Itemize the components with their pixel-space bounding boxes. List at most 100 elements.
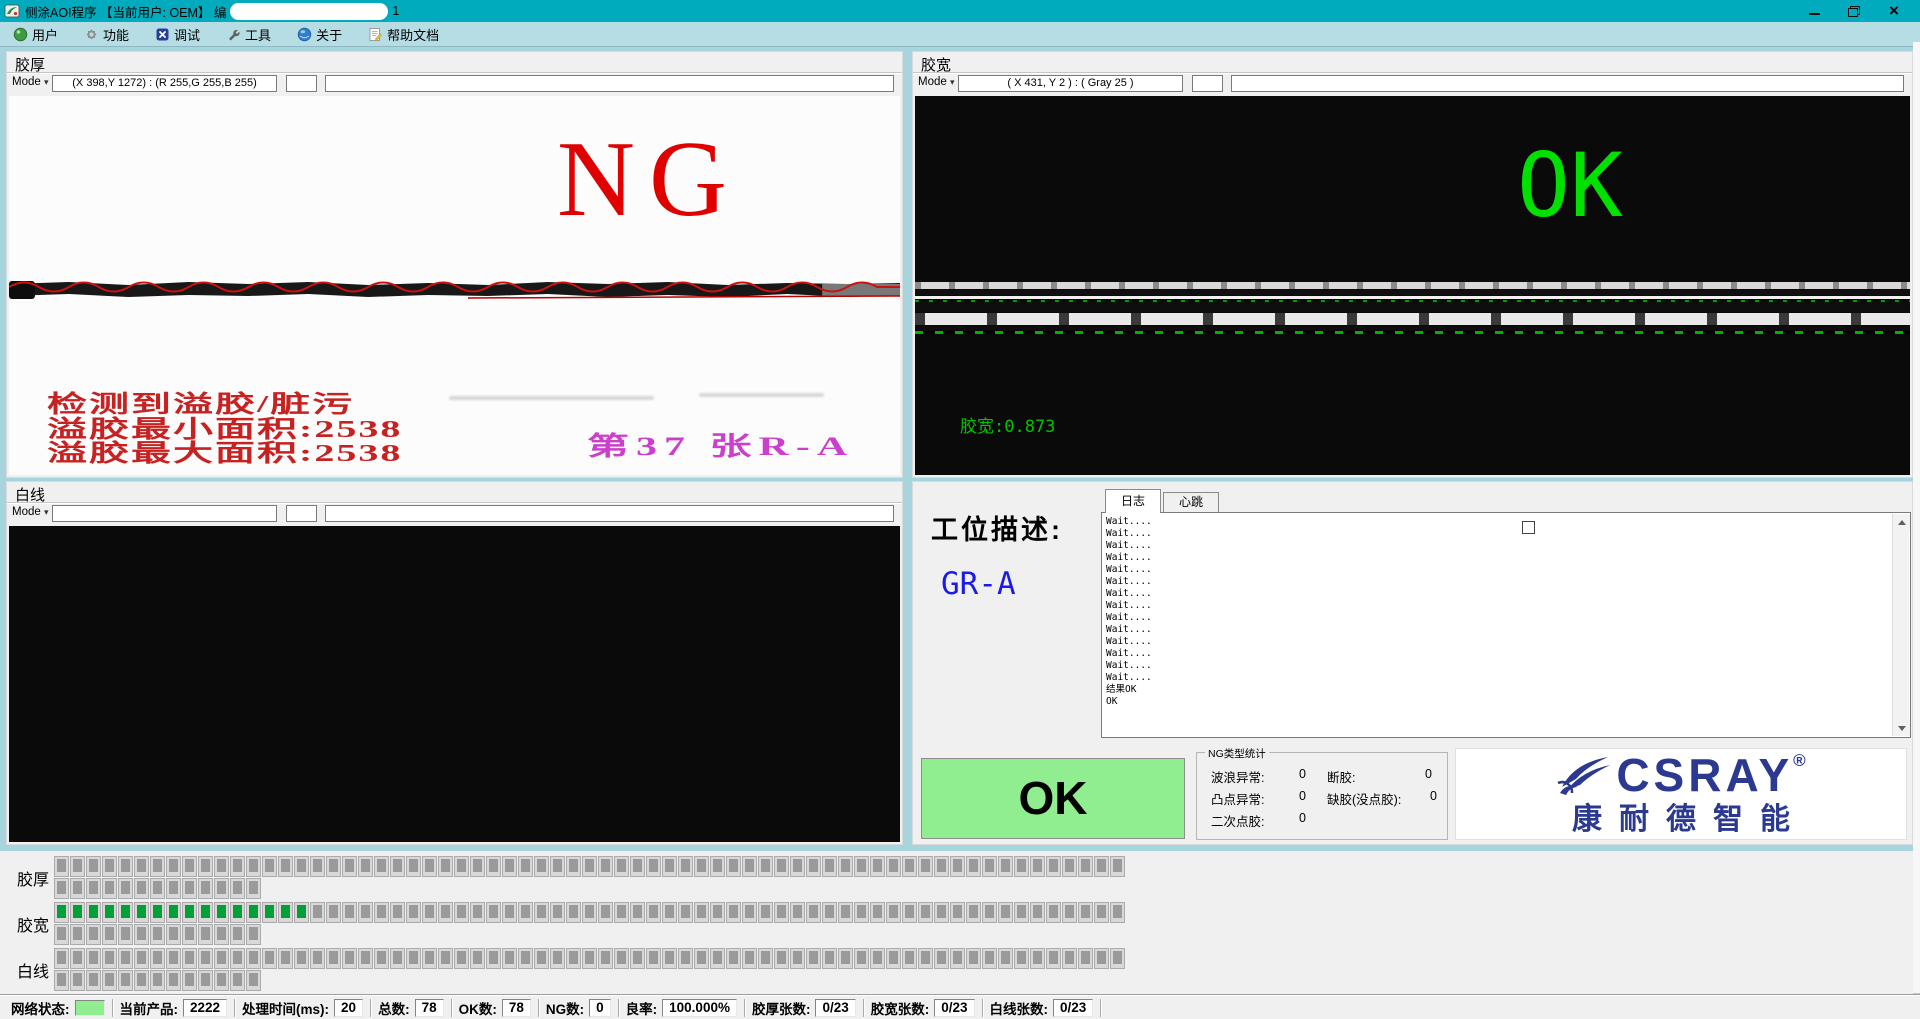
value-box[interactable] [286,505,317,522]
info-box[interactable] [325,505,894,522]
indicator-cell-gray [870,948,885,969]
indicator-cell-gray [806,856,821,877]
log-line: Wait.... [1106,516,1888,528]
menu-functions[interactable]: 功能 [71,22,142,47]
statusbar-label: 处理时间(ms): [242,998,329,1018]
minimize-button[interactable] [1794,0,1834,22]
indicator-cell-gray [790,948,805,969]
indicator-cell-gray [982,856,997,877]
indicator-cell-gray [918,902,933,923]
indicator-cell-gray [534,856,549,877]
indicator-cell-gray [166,856,181,877]
info-box[interactable] [325,75,894,92]
indicator-cell-gray [118,856,133,877]
menu-tools-label: 工具 [245,25,271,44]
mode-dropdown[interactable]: Mode ▾ [12,76,49,88]
indicator-cell-gray [422,856,437,877]
stat-wave-value: 0 [1299,767,1306,781]
pixel-coordinate-readout[interactable]: ( X 431, Y 2 ) : ( Gray 25 ) [958,75,1183,92]
indicator-cell-gray [710,856,725,877]
log-panel[interactable]: Wait....Wait....Wait....Wait....Wait....… [1101,512,1911,738]
log-line: Wait.... [1106,660,1888,672]
indicator-cell-gray [982,902,997,923]
station-description-label: 工位描述: [931,508,1063,547]
grid-group-label: 胶宽 [10,902,54,946]
log-scrollbar[interactable] [1892,514,1909,736]
tab-log[interactable]: 日志 [1105,489,1161,513]
scroll-up-icon[interactable] [1893,514,1910,530]
indicator-cell-gray [102,924,117,945]
statusbar-item: 处理时间(ms):20 [235,998,370,1018]
value-box[interactable] [286,75,317,92]
indicator-cell-gray [822,948,837,969]
mode-dropdown[interactable]: Mode ▾ [12,506,49,518]
indicator-cell-gray [518,902,533,923]
indicator-cell-gray [102,878,117,899]
value-box[interactable] [1192,75,1223,92]
white-line-image[interactable] [9,526,900,842]
indicator-cell-gray [1046,902,1061,923]
statusbar: 网络状态:当前产品:2222处理时间(ms):20总数:78OK数:78NG数:… [0,995,1920,1019]
indicator-cell-gray [54,878,69,899]
indicator-cell-gray [1094,948,1109,969]
indicator-cell-gray [310,856,325,877]
indicator-cell-gray [150,924,165,945]
glue-strip-visual [915,282,1910,289]
indicator-cell-gray [54,948,69,969]
menu-tools[interactable]: 工具 [213,22,284,47]
grid-group-2: 胶宽 [10,902,1126,946]
glue-edge-strip-visual [9,274,900,304]
indicator-cell-gray [70,948,85,969]
indicator-cell-row [54,878,1126,900]
indicator-cell-gray [534,902,549,923]
indicator-cell-gray [806,902,821,923]
indicator-cell-gray [150,948,165,969]
pixel-coordinate-readout[interactable] [52,505,277,522]
indicator-cell-gray [134,948,149,969]
pixel-coordinate-readout[interactable]: (X 398,Y 1272) : (R 255,G 255,B 255) [52,75,277,92]
indicator-cell-gray [294,856,309,877]
glue-width-image[interactable]: OK 胶宽:0.873 [915,96,1910,475]
ng-statistics-group: NG类型统计 波浪异常: 0 凸点异常: 0 二次点胶: 0 断胶: 0 缺胶(… [1196,752,1448,840]
log-checkbox[interactable] [1522,521,1535,534]
indicator-cell-green [198,902,213,923]
window-controls: × [1794,0,1914,22]
tab-heartbeat[interactable]: 心跳 [1163,492,1219,513]
indicator-cell-gray [198,856,213,877]
indicator-cell-gray [198,924,213,945]
close-button[interactable]: × [1874,0,1914,22]
menu-debug[interactable]: 调试 [142,22,213,47]
indicator-cell-gray [630,948,645,969]
indicator-cell-gray [694,902,709,923]
indicator-cell-gray [198,970,213,991]
indicator-cell-gray [182,970,197,991]
indicator-cell-gray [1062,856,1077,877]
indicator-cell-gray [902,902,917,923]
statusbar-label: 胶宽张数: [871,998,930,1018]
statusbar-label: 白线张数: [990,998,1049,1018]
glue-strip-visual [915,313,1910,325]
brand-chinese-name: 康耐德智能 [1456,794,1906,838]
menu-debug-label: 调试 [174,25,200,44]
mode-dropdown[interactable]: Mode ▾ [918,76,955,88]
indicator-cell-gray [214,878,229,899]
menu-user[interactable]: 用户 [0,22,71,47]
statusbar-item: 网络状态: [4,998,112,1018]
info-box[interactable] [1231,75,1904,92]
menu-help-docs[interactable]: 帮助文档 [355,22,452,47]
sheet-index-overlay: 第37 张R-A [587,434,854,460]
menu-about[interactable]: 关于 [284,22,355,47]
indicator-cell-gray [950,902,965,923]
result-ng-text: NG [557,126,741,234]
restore-button[interactable] [1834,0,1874,22]
overall-result-button[interactable]: OK [921,758,1185,839]
grid-group-1: 胶厚 [10,856,1126,900]
indicator-cell-gray [726,856,741,877]
indicator-cell-gray [246,878,261,899]
statusbar-separator [1100,999,1101,1017]
scroll-down-icon[interactable] [1893,720,1910,736]
panel-glue-thickness-title: 胶厚 [7,52,902,73]
glue-thickness-image[interactable]: NG 检测到溢胶/脏污 溢胶最小面积:2538 溢胶最大面积:2538 第37 … [9,96,900,475]
indicator-cell-gray [230,856,245,877]
indicator-cell-gray [182,924,197,945]
